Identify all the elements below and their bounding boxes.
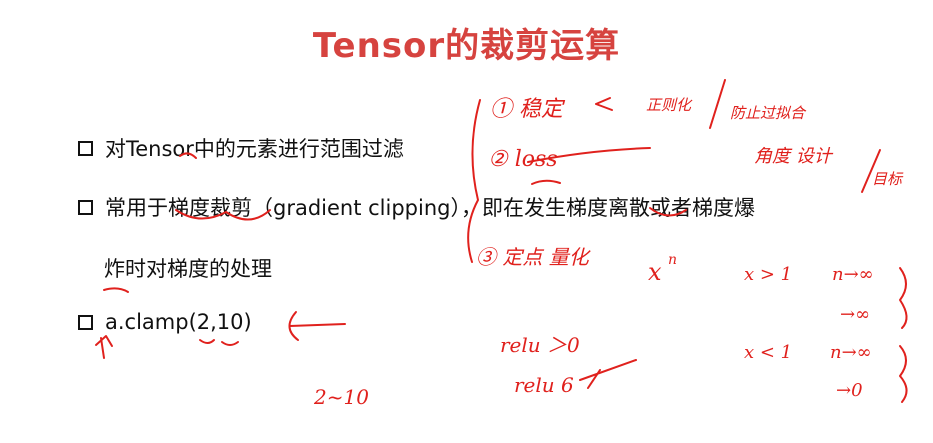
ink-wave-underline (175, 209, 271, 221)
ink-underline (103, 287, 129, 293)
ink-note-1-regularization: 正则化 (646, 96, 693, 114)
ink-relu6: relu 6 (514, 373, 574, 397)
ink-ticks (199, 339, 239, 346)
slide: Tensor的裁剪运算 对Tensor中的元素进行范围过滤 常用于梯度裁剪（gr… (0, 0, 933, 443)
ink-arrow (288, 311, 346, 341)
ink-underline (531, 179, 561, 185)
ink-case-1: x > 1 (744, 264, 792, 285)
ink-arrow (579, 359, 637, 389)
ink-underline (649, 207, 687, 217)
ink-brace (899, 267, 908, 329)
ink-case-2-result: →0 (836, 380, 863, 401)
ink-arrow (595, 97, 613, 111)
ink-case-2: x < 1 (744, 342, 792, 363)
ink-bracket (467, 99, 481, 263)
ink-case-2-limit: n→∞ (830, 342, 872, 363)
ink-xn-sup: n (668, 252, 677, 268)
ink-xn: x (648, 258, 662, 286)
ink-slash (709, 79, 726, 129)
ink-brace (899, 345, 908, 403)
ink-note-3: ③ 定点 量化 (476, 245, 592, 269)
ink-mark (179, 152, 197, 159)
ink-note-2-target: 目标 (872, 170, 904, 188)
ink-case-1-result: →∞ (840, 304, 870, 325)
ink-relu: relu ＞0 (500, 333, 580, 357)
ink-arrow (95, 335, 113, 359)
ink-note-1-overfitting: 防止过拟合 (730, 104, 807, 122)
ink-range: 2~10 (313, 385, 369, 409)
ink-note-1: ① 稳定 (490, 97, 566, 122)
handwritten-annotations: ① 稳定 正则化 防止过拟合 ② loss 角度 设计 目标 ③ 定点 量化 x… (95, 79, 908, 409)
ink-case-1-limit: n→∞ (832, 264, 874, 285)
ink-note-2: ② loss (488, 147, 558, 172)
ink-note-2-design: 角度 设计 (754, 146, 834, 167)
